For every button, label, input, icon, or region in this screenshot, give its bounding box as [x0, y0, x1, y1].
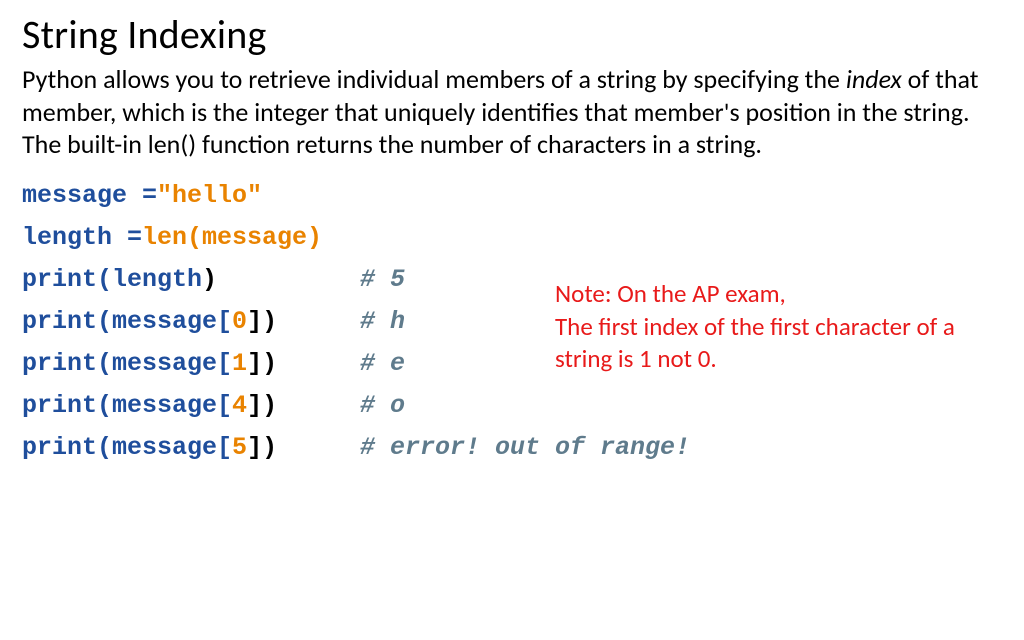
- code-token: 1: [232, 351, 247, 376]
- code-token: message =: [22, 183, 157, 208]
- slide: String Indexing Python allows you to ret…: [0, 0, 1024, 489]
- code-comment: # error! out of range!: [360, 435, 690, 460]
- code-token: "hello": [157, 183, 262, 208]
- code-token: ]): [247, 351, 277, 376]
- code-token: ]): [247, 309, 277, 334]
- para-part1: Python allows you to retrieve individual…: [22, 63, 846, 95]
- code-line-7: print(message[5]) # error! out of range!: [22, 427, 1004, 469]
- code-line-2: length = len(message): [22, 217, 1004, 259]
- code-token: 5: [232, 435, 247, 460]
- intro-paragraph: Python allows you to retrieve individual…: [22, 63, 992, 161]
- code-token: print(message[: [22, 351, 232, 376]
- code-line-6: print(message[4]) # o: [22, 385, 1004, 427]
- code-comment: # e: [360, 351, 405, 376]
- note-line-1: Note: On the AP exam,: [555, 278, 975, 311]
- code-token: ): [202, 267, 217, 292]
- code-token: length =: [22, 225, 142, 250]
- code-line-1: message = "hello": [22, 175, 1004, 217]
- code-token: print(message[: [22, 309, 232, 334]
- code-token: print(message[: [22, 435, 232, 460]
- code-token: ]): [247, 435, 277, 460]
- para-italic: index: [846, 63, 902, 95]
- code-token: print(message[: [22, 393, 232, 418]
- code-comment: # o: [360, 393, 405, 418]
- note-line-2: The first index of the first character o…: [555, 311, 975, 376]
- code-token: print(length: [22, 267, 202, 292]
- code-token: 0: [232, 309, 247, 334]
- code-token: len(message): [142, 225, 322, 250]
- code-comment: # 5: [360, 267, 405, 292]
- ap-exam-note: Note: On the AP exam, The first index of…: [555, 278, 975, 376]
- code-token: 4: [232, 393, 247, 418]
- code-comment: # h: [360, 309, 405, 334]
- page-title: String Indexing: [22, 10, 1004, 59]
- code-token: ]): [247, 393, 277, 418]
